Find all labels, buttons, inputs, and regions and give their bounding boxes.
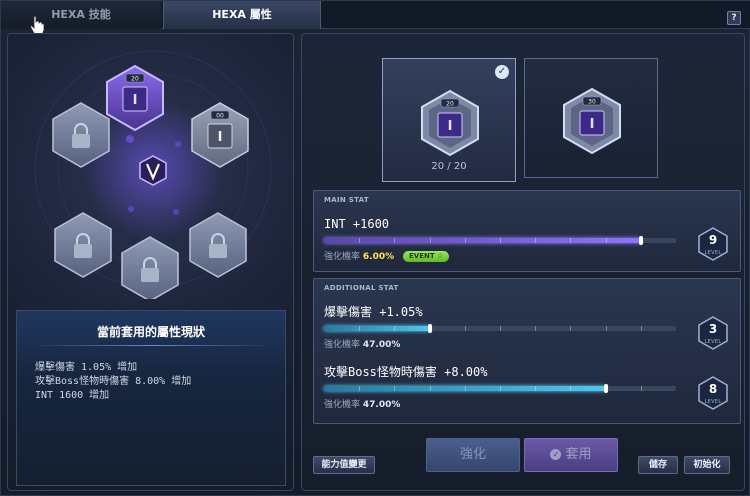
main-stat-name: INT +1600 [324,217,390,231]
level-badge: 3 LEVEL [698,316,728,350]
main-stat-progress-bar [324,236,676,245]
additional-stat-progress-bar [324,384,676,393]
additional-stat-name: 攻擊Boss怪物時傷害 +8.00% [324,365,488,379]
apply-button[interactable]: ✓ 套用 [524,438,618,472]
progress-end-marker [427,324,432,333]
status-line: 攻擊Boss怪物時傷害 8.00% 增加 [35,376,192,387]
progress-end-marker [638,236,643,245]
level-badge: 9 LEVEL [698,227,728,261]
hex-slot-lower-left-locked[interactable] [54,212,112,278]
rate-value: 47.00% [362,340,401,350]
bar-segment-tick [359,386,361,391]
hexa-board-panel: I 20 I 00 當前套用的屬性現狀 爆擊傷害 1.05% 增加 攻擊Boss… [7,33,294,491]
svg-text:I: I [218,130,223,145]
core-count: 20 / 20 [431,161,467,172]
core-badge: 20 [446,101,454,108]
enhance-button[interactable]: 強化 [426,438,520,472]
help-button[interactable]: ? [727,11,741,25]
status-title: 當前套用的屬性現狀 [96,325,205,339]
main-stat-label: MAIN STAT [324,196,369,204]
bar-segment-tick [605,238,607,243]
check-icon: ✓ [550,449,562,460]
level-word: LEVEL [704,250,722,256]
hexa-core-icon: I 20 [421,89,479,157]
bar-segment-tick [500,238,501,243]
core-card-other[interactable]: I 30 [524,58,658,178]
bar-segment-tick [464,326,466,331]
event-badge: EVENT ☆ [403,251,450,262]
additional-stat-progress-bar [324,324,676,333]
hexa-window: HEXA 技能 HEXA 屬性 ? I 20 I 00 當前套用的屬性現狀 爆擊… [0,0,750,496]
bar-segment-tick [535,386,537,391]
main-stat-block: MAIN STAT INT +1600 強化機率 6.00% EVENT ☆ 9… [313,190,741,272]
hex-board: I 20 I 00 [34,50,272,299]
additional-stat-rate: 強化機率 47.00% [324,397,400,410]
save-button[interactable]: 儲存 [638,456,678,474]
core-badge: 30 [588,99,596,106]
bar-segment-tick [535,326,537,331]
rate-label: 強化機率 [324,340,361,350]
check-icon: ✓ [495,65,509,79]
bar-segment-tick [429,238,431,243]
progress-fill [324,326,430,331]
additional-stat-block: ADDITIONAL STAT 爆擊傷害 +1.05% 強化機率 47.00% … [313,278,741,424]
level-number: 9 [708,233,718,247]
additional-stat-name: 爆擊傷害 +1.05% [324,305,423,319]
hexa-core-icon: I 30 [563,87,621,155]
tab-hexa-skill[interactable]: HEXA 技能 [1,1,161,29]
progress-end-marker [603,384,608,393]
bar-segment-tick [394,386,396,391]
bar-segment-tick [464,238,466,243]
bar-segment-tick [570,386,572,391]
hex-slot-lower-right-locked[interactable] [189,212,247,278]
stat-detail-panel: ✓ I 20 20 / 20 I 30 MAIN STAT INT +1600 … [301,33,745,491]
status-lines: 爆擊傷害 1.05% 增加 攻擊Boss怪物時傷害 8.00% 增加 INT 1… [35,361,191,403]
v-emblem-icon [139,155,167,186]
slot-level-badge: 00 [216,113,224,120]
bar-segment-tick [359,238,361,243]
reset-button[interactable]: 初始化 [684,456,730,474]
level-word: LEVEL [704,399,722,405]
svg-text:I: I [590,117,595,132]
level-badge: 8 LEVEL [698,376,728,410]
stat-change-button[interactable]: 能力值變更 [313,456,375,474]
main-stat-rate: 強化機率 6.00% EVENT ☆ [324,249,450,262]
bar-segment-tick [535,238,537,243]
status-line: 爆擊傷害 1.05% 增加 [35,362,138,373]
rate-value: 6.00% [362,252,395,262]
status-divider [29,345,275,346]
tab-bar: HEXA 技能 HEXA 屬性 ? [1,1,750,29]
level-number: 3 [708,322,718,336]
additional-stat-rate: 強化機率 47.00% [324,337,400,350]
slot-level-badge: 20 [131,76,139,83]
additional-stat-label: ADDITIONAL STAT [324,284,399,292]
bar-segment-tick [640,386,642,391]
tab-hexa-stat[interactable]: HEXA 屬性 [163,1,321,29]
svg-text:I: I [448,119,453,134]
bar-segment-tick [640,326,642,331]
bar-segment-tick [429,386,431,391]
rate-label: 強化機率 [324,252,361,262]
bar-segment-tick [394,326,396,331]
rate-value: 47.00% [362,400,401,410]
core-card-selected[interactable]: ✓ I 20 20 / 20 [382,58,516,182]
apply-label: 套用 [565,447,592,462]
hex-slot-bottom-locked[interactable] [121,236,179,299]
bar-segment-tick [394,238,396,243]
bar-segment-tick [464,386,466,391]
rate-label: 強化機率 [324,400,361,410]
bar-segment-tick [605,326,607,331]
progress-fill [324,238,641,243]
level-number: 8 [708,382,718,396]
bar-segment-tick [570,238,572,243]
svg-text:I: I [133,93,138,108]
bar-segment-tick [570,326,572,331]
bar-segment-tick [359,326,361,331]
bar-segment-tick [500,386,501,391]
status-line: INT 1600 增加 [35,390,110,401]
bar-segment-tick [500,326,501,331]
current-stat-status: 當前套用的屬性現狀 爆擊傷害 1.05% 增加 攻擊Boss怪物時傷害 8.00… [16,310,286,486]
level-word: LEVEL [704,339,722,345]
